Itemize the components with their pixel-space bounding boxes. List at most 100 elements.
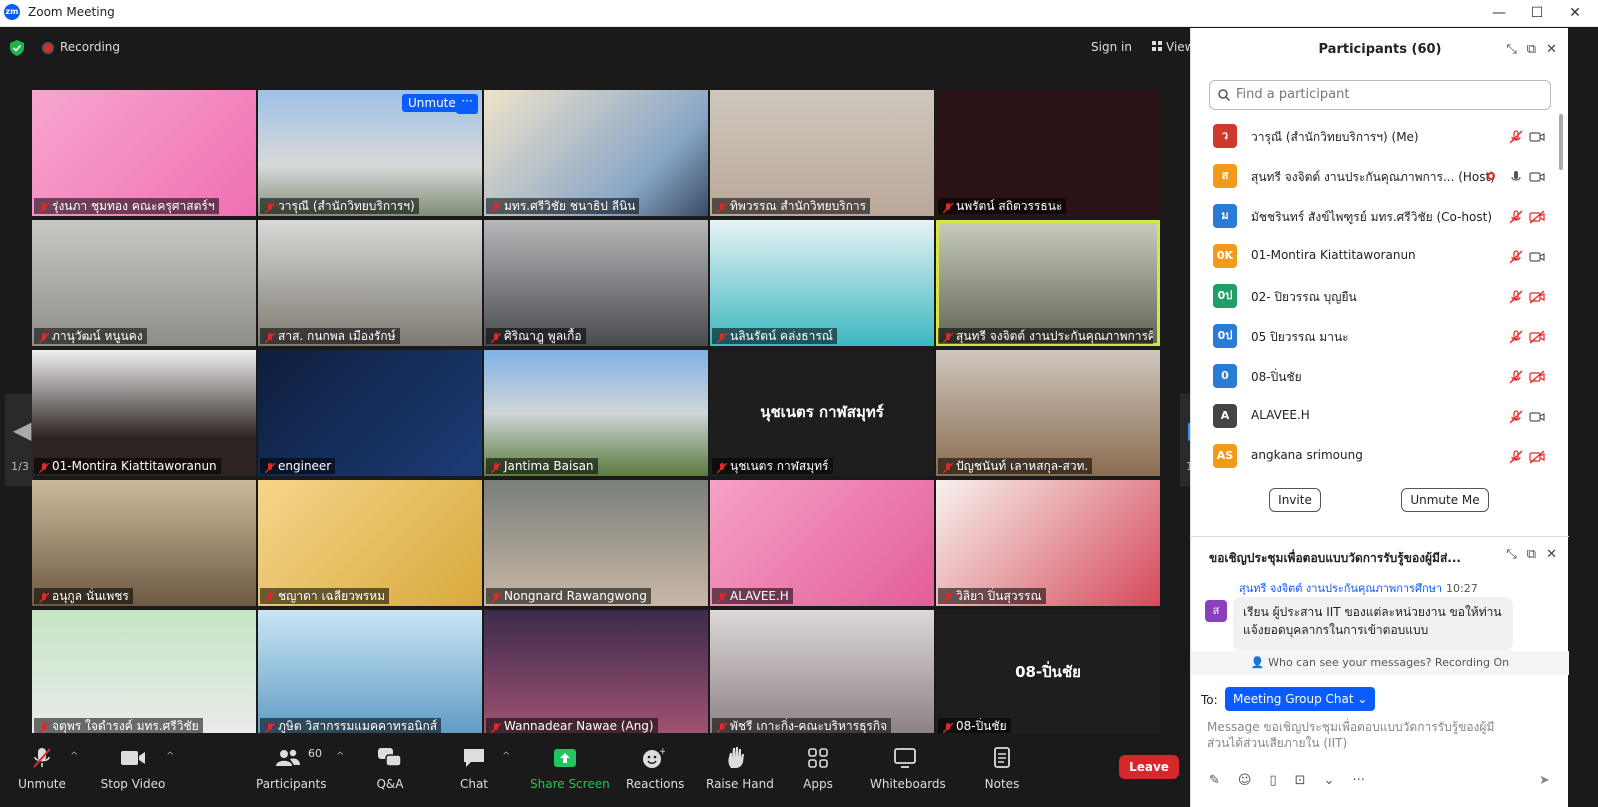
close-icon[interactable]: ✕ xyxy=(1546,42,1557,57)
camera-icon[interactable] xyxy=(1529,129,1545,143)
send-icon[interactable]: ➤ xyxy=(1539,773,1550,788)
video-tile[interactable]: มทร.ศรีวิชัย ชนาธิป ลีนิน xyxy=(484,90,708,216)
tile-unmute-button[interactable]: Unmute xyxy=(402,94,462,112)
participant-row[interactable]: 0ป 05 ปิยวรรณ มานะ xyxy=(1191,318,1561,358)
pop-out-icon[interactable]: ⧉ xyxy=(1527,42,1536,57)
share-screen-button[interactable]: Share Screen xyxy=(530,745,610,795)
camera-off-icon[interactable] xyxy=(1529,329,1545,344)
recording-label[interactable]: Recording xyxy=(60,40,120,54)
chat-caret-icon[interactable]: ^ xyxy=(502,751,510,762)
video-tile[interactable]: ชญาดา เฉลียวพรหม xyxy=(258,480,482,606)
participant-search-input[interactable]: Find a participant xyxy=(1209,80,1551,110)
muted-mic-icon[interactable] xyxy=(1509,249,1523,264)
participants-caret-icon[interactable]: ^ xyxy=(336,751,344,762)
maximize-button[interactable]: ☐ xyxy=(1525,3,1549,23)
mic-icon[interactable] xyxy=(1509,169,1523,183)
chat-message-input[interactable]: Message ขอเชิญประชุมเพื่อตอบแบบวัดการรับ… xyxy=(1207,719,1507,751)
chat-recipient-dropdown[interactable]: Meeting Group Chat ⌄ xyxy=(1225,687,1376,711)
chat-close-icon[interactable]: ✕ xyxy=(1546,547,1557,562)
unmute-button[interactable]: Unmute xyxy=(18,745,66,795)
screenshot-icon[interactable]: ⊡ xyxy=(1295,773,1306,788)
video-tile[interactable]: ศิริณาฎู พูลเกื้อ xyxy=(484,220,708,346)
emoji-icon[interactable]: ☺ xyxy=(1238,773,1252,788)
video-options-caret-icon[interactable]: ^ xyxy=(166,751,174,762)
video-tile[interactable]: วิลิยา ปิ่นสุวรรณ xyxy=(936,480,1160,606)
video-tile[interactable]: พัชรี เกาะกิ่ง-คณะบริหารธุรกิจ xyxy=(710,610,934,736)
previous-page-button[interactable]: ◀ 1/3 xyxy=(5,394,33,486)
unmute-me-button[interactable]: Unmute Me xyxy=(1401,488,1489,512)
leave-button[interactable]: Leave xyxy=(1119,755,1179,779)
camera-off-icon[interactable] xyxy=(1529,209,1545,224)
chat-button[interactable]: Chat xyxy=(456,745,492,795)
notes-button[interactable]: Notes xyxy=(984,745,1020,795)
video-tile[interactable]: Wannadear Nawae (Ang) xyxy=(484,610,708,736)
chat-pop-out-icon[interactable]: ⧉ xyxy=(1527,547,1536,562)
camera-icon[interactable] xyxy=(1529,249,1545,263)
chat-message-bubble[interactable]: เรียน ผู้ประสาน IIT ของแต่ละหน่วยงาน ขอใ… xyxy=(1233,597,1513,651)
invite-button[interactable]: Invite xyxy=(1269,488,1321,512)
muted-mic-icon[interactable] xyxy=(1509,409,1523,424)
camera-off-icon[interactable] xyxy=(1529,449,1545,464)
video-tile[interactable]: 01-Montira Kiattitaworanun xyxy=(32,350,256,476)
video-tile[interactable]: ทิพวรรณ สำนักวิทยบริการ xyxy=(710,90,934,216)
video-tile[interactable]: จตุพร ใจดำรงค์ มทร.ศรีวิชัย xyxy=(32,610,256,736)
chat-collapse-icon[interactable]: ⤡ xyxy=(1506,547,1516,562)
video-tile[interactable]: engineer xyxy=(258,350,482,476)
video-tile[interactable]: ALAVEE.H xyxy=(710,480,934,606)
camera-off-icon[interactable] xyxy=(1529,369,1545,384)
view-button[interactable]: View xyxy=(1152,40,1194,54)
participants-button[interactable]: 60 Participants xyxy=(256,745,327,795)
reactions-button[interactable]: + Reactions xyxy=(626,745,684,795)
participant-row[interactable]: ส สุนทรี จงจิตต์ งานประกันคุณภาพการ... (H… xyxy=(1191,158,1561,198)
video-tile[interactable]: นลินรัตน์ คล่งธารณ์ xyxy=(710,220,934,346)
who-can-see-notice[interactable]: 👤 Who can see your messages? Recording O… xyxy=(1191,651,1569,675)
video-tile[interactable]: สาส. กนกพล เมืองรักษ์ xyxy=(258,220,482,346)
video-tile[interactable]: อนุกูล นั่นเพชร xyxy=(32,480,256,606)
video-tile[interactable]: สุนทรี จงจิตต์ งานประกันคุณภาพการศึกษา xyxy=(936,220,1160,346)
participant-row[interactable]: A ALAVEE.H xyxy=(1191,398,1561,438)
stop-video-button[interactable]: Stop Video xyxy=(100,745,166,795)
video-tile[interactable]: Unmute ··· วารุณี (สำนักวิทยบริการฯ) xyxy=(258,90,482,216)
audio-options-caret-icon[interactable]: ^ xyxy=(70,751,78,762)
video-tile[interactable]: รุ่งนภา ชุมทอง คณะครุศาสตร์ฯ xyxy=(32,90,256,216)
camera-icon[interactable] xyxy=(1529,169,1545,183)
format-icon[interactable]: ✎ xyxy=(1209,773,1220,788)
apps-button[interactable]: Apps xyxy=(802,745,834,795)
minimize-button[interactable]: — xyxy=(1487,3,1511,23)
video-tile[interactable]: ปัญชนันท์ เลาหสกุล-สวท. xyxy=(936,350,1160,476)
chevron-down-icon[interactable]: ⌄ xyxy=(1324,773,1335,788)
qa-button[interactable]: Q&A xyxy=(372,745,408,795)
participant-row[interactable]: 0ป 02- ปิยวรรณ บุญยืน xyxy=(1191,278,1561,318)
more-icon[interactable]: ··· xyxy=(1352,773,1364,788)
camera-off-icon[interactable] xyxy=(1529,289,1545,304)
muted-mic-icon[interactable] xyxy=(1509,369,1523,384)
encryption-shield-icon[interactable] xyxy=(10,40,24,56)
video-tile[interactable]: Jantima Baisan xyxy=(484,350,708,476)
video-tile[interactable]: ภูษิต วิสากรรมแมคคาทรอนิกส์ xyxy=(258,610,482,736)
participant-row[interactable]: ว วารุณี (สำนักวิทยบริการฯ) (Me) xyxy=(1191,118,1561,158)
participant-row[interactable]: ม มัชชรินทร์ สังข์ไพฑูรย์ มทร.ศรีวิชัย (C… xyxy=(1191,198,1561,238)
video-tile[interactable]: Nongnard Rawangwong xyxy=(484,480,708,606)
raise-hand-button[interactable]: Raise Hand xyxy=(706,745,774,795)
video-tile[interactable]: 08-ปิ่นชัย 08-ปิ่นชัย xyxy=(936,610,1160,736)
muted-mic-icon[interactable] xyxy=(1509,449,1523,464)
whiteboards-button[interactable]: Whiteboards xyxy=(870,745,946,795)
video-tile[interactable]: ภานุวัฒน์ หนูนคง xyxy=(32,220,256,346)
video-tile[interactable]: นุชเนตร กาฬสมุทร์ นุชเนตร กาฬสมุทร์ xyxy=(710,350,934,476)
camera-icon[interactable] xyxy=(1529,409,1545,423)
close-window-button[interactable]: ✕ xyxy=(1563,3,1587,23)
participant-row[interactable]: AS angkana srimoung xyxy=(1191,438,1561,478)
participant-list-scrollbar[interactable] xyxy=(1559,114,1563,170)
muted-mic-icon[interactable] xyxy=(1509,129,1523,144)
participant-row[interactable]: 0K 01-Montira Kiattitaworanun xyxy=(1191,238,1561,278)
video-tile[interactable]: นพรัตน์ สถิตวรรธนะ xyxy=(936,90,1160,216)
file-icon[interactable]: ▯ xyxy=(1269,773,1276,788)
participant-row[interactable]: 0 08-ปิ่นชัย xyxy=(1191,358,1561,398)
muted-mic-icon[interactable] xyxy=(1509,329,1523,344)
tile-more-button[interactable]: ··· xyxy=(456,94,478,114)
muted-mic-icon[interactable] xyxy=(1509,289,1523,304)
collapse-icon[interactable]: ⤡ xyxy=(1506,42,1516,57)
sign-in-button[interactable]: Sign in xyxy=(1091,40,1132,54)
chat-to-label: To: xyxy=(1201,693,1218,707)
muted-mic-icon[interactable] xyxy=(1509,209,1523,224)
